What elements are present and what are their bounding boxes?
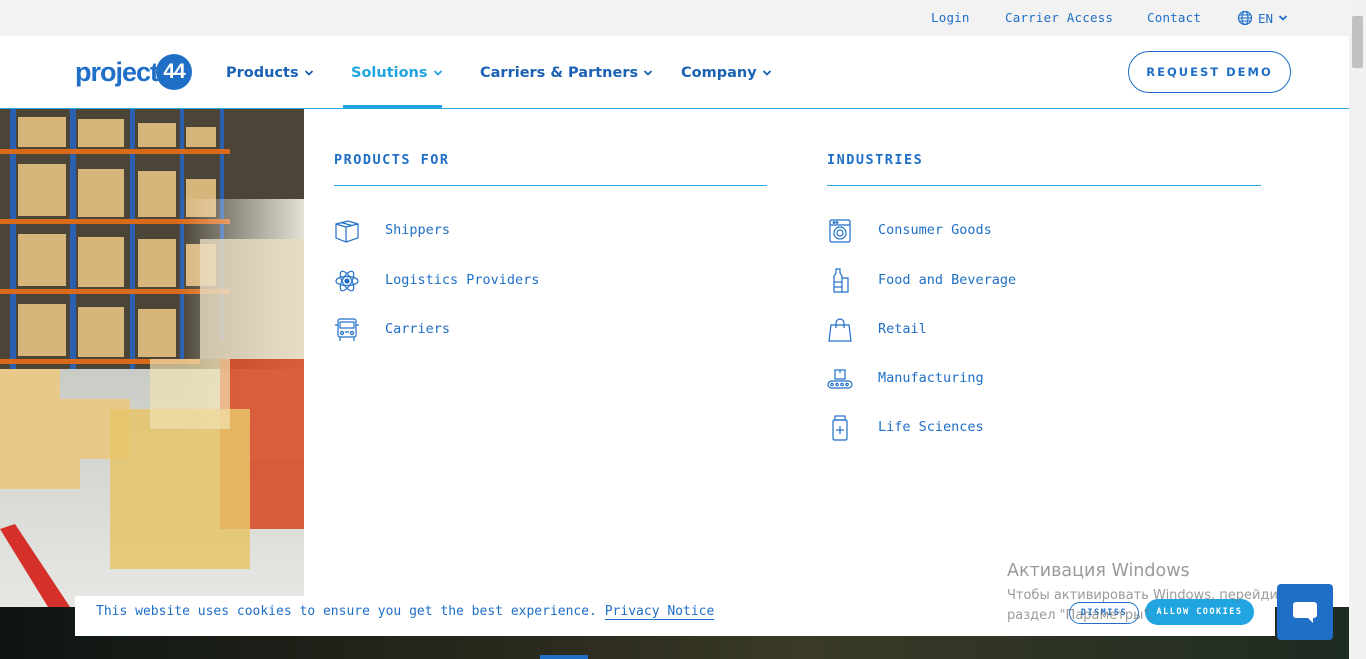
chevron-down-icon bbox=[643, 70, 653, 76]
chat-widget-button[interactable] bbox=[1277, 584, 1333, 640]
request-demo-button[interactable]: REQUEST DEMO bbox=[1128, 51, 1291, 93]
windows-activation-title: Активация Windows bbox=[1007, 561, 1190, 581]
logo-badge: 44 bbox=[156, 54, 193, 90]
menu-item-label: Logistics Providers bbox=[385, 272, 540, 288]
washing-machine-icon bbox=[827, 218, 853, 244]
menu-item-retail[interactable]: Retail bbox=[827, 317, 927, 343]
products-for-heading: PRODUCTS FOR bbox=[334, 152, 450, 168]
industries-heading: INDUSTRIES bbox=[827, 152, 924, 168]
hero-accent bbox=[540, 655, 588, 659]
cookie-text: This website uses cookies to ensure you … bbox=[96, 604, 597, 619]
menu-item-label: Consumer Goods bbox=[878, 222, 992, 238]
menu-item-label: Shippers bbox=[385, 222, 451, 238]
nav-company[interactable]: Company bbox=[681, 63, 772, 83]
menu-item-label: Carriers bbox=[385, 321, 451, 337]
chevron-down-icon bbox=[1278, 15, 1288, 21]
page-scrollbar[interactable] bbox=[1349, 0, 1366, 659]
menu-item-manufacturing[interactable]: Manufacturing bbox=[827, 366, 984, 392]
atom-icon bbox=[334, 268, 360, 294]
logo-wordmark: project bbox=[75, 56, 159, 87]
nav-carriers-partners[interactable]: Carriers & Partners bbox=[480, 63, 653, 83]
menu-item-label: Life Sciences bbox=[878, 419, 984, 435]
medicine-bottle-icon bbox=[827, 415, 853, 441]
nav-label: Solutions bbox=[351, 65, 428, 81]
watermark-line: Чтобы активировать Windows, перейдите в bbox=[1007, 588, 1306, 603]
main-header: project 44 Products Solutions Carriers &… bbox=[0, 36, 1349, 109]
nav-label: Products bbox=[226, 65, 299, 81]
nav-label: Company bbox=[681, 65, 757, 81]
nav-solutions[interactable]: Solutions bbox=[351, 63, 443, 83]
box-icon bbox=[334, 218, 360, 244]
nav-products[interactable]: Products bbox=[226, 63, 314, 83]
carrier-access-link[interactable]: Carrier Access bbox=[1005, 10, 1113, 25]
solutions-dropdown: PRODUCTS FOR Shippers Logistics Provider… bbox=[304, 109, 1349, 607]
conveyor-icon bbox=[827, 366, 853, 392]
menu-item-label: Food and Beverage bbox=[878, 272, 1017, 288]
truck-icon bbox=[334, 317, 360, 343]
nav-label: Carriers & Partners bbox=[480, 65, 639, 81]
chevron-down-icon bbox=[433, 70, 442, 76]
divider bbox=[827, 185, 1261, 186]
menu-item-label: Retail bbox=[878, 321, 927, 337]
chat-bubble-icon bbox=[1293, 602, 1317, 623]
shopping-bag-icon bbox=[827, 317, 853, 343]
watermark-line: раздел "Параметры". bbox=[1007, 608, 1154, 623]
contact-link[interactable]: Contact bbox=[1147, 10, 1201, 25]
menu-item-logistics-providers[interactable]: Logistics Providers bbox=[334, 268, 539, 294]
scrollbar-thumb[interactable] bbox=[1352, 16, 1363, 68]
menu-item-food-and-beverage[interactable]: Food and Beverage bbox=[827, 268, 1016, 294]
menu-item-label: Manufacturing bbox=[878, 370, 984, 386]
cookie-message: This website uses cookies to ensure you … bbox=[96, 604, 715, 620]
language-label: EN bbox=[1258, 10, 1274, 26]
menu-item-consumer-goods[interactable]: Consumer Goods bbox=[827, 218, 992, 244]
bottles-icon bbox=[827, 268, 853, 294]
active-nav-indicator bbox=[343, 105, 442, 108]
divider bbox=[334, 185, 767, 186]
warehouse-image bbox=[0, 109, 304, 607]
globe-icon bbox=[1237, 10, 1253, 26]
chevron-down-icon bbox=[762, 70, 771, 76]
language-selector[interactable]: EN bbox=[1237, 10, 1288, 26]
menu-item-shippers[interactable]: Shippers bbox=[334, 218, 450, 244]
chevron-down-icon bbox=[304, 70, 313, 76]
logo[interactable]: project 44 bbox=[75, 53, 193, 91]
menu-item-carriers[interactable]: Carriers bbox=[334, 317, 450, 343]
utility-bar: Login Carrier Access Contact EN bbox=[0, 0, 1349, 36]
windows-activation-text: Чтобы активировать Windows, перейдите в … bbox=[1007, 586, 1305, 626]
menu-item-life-sciences[interactable]: Life Sciences bbox=[827, 415, 984, 441]
privacy-notice-link[interactable]: Privacy Notice bbox=[604, 604, 715, 620]
login-link[interactable]: Login bbox=[931, 10, 970, 25]
